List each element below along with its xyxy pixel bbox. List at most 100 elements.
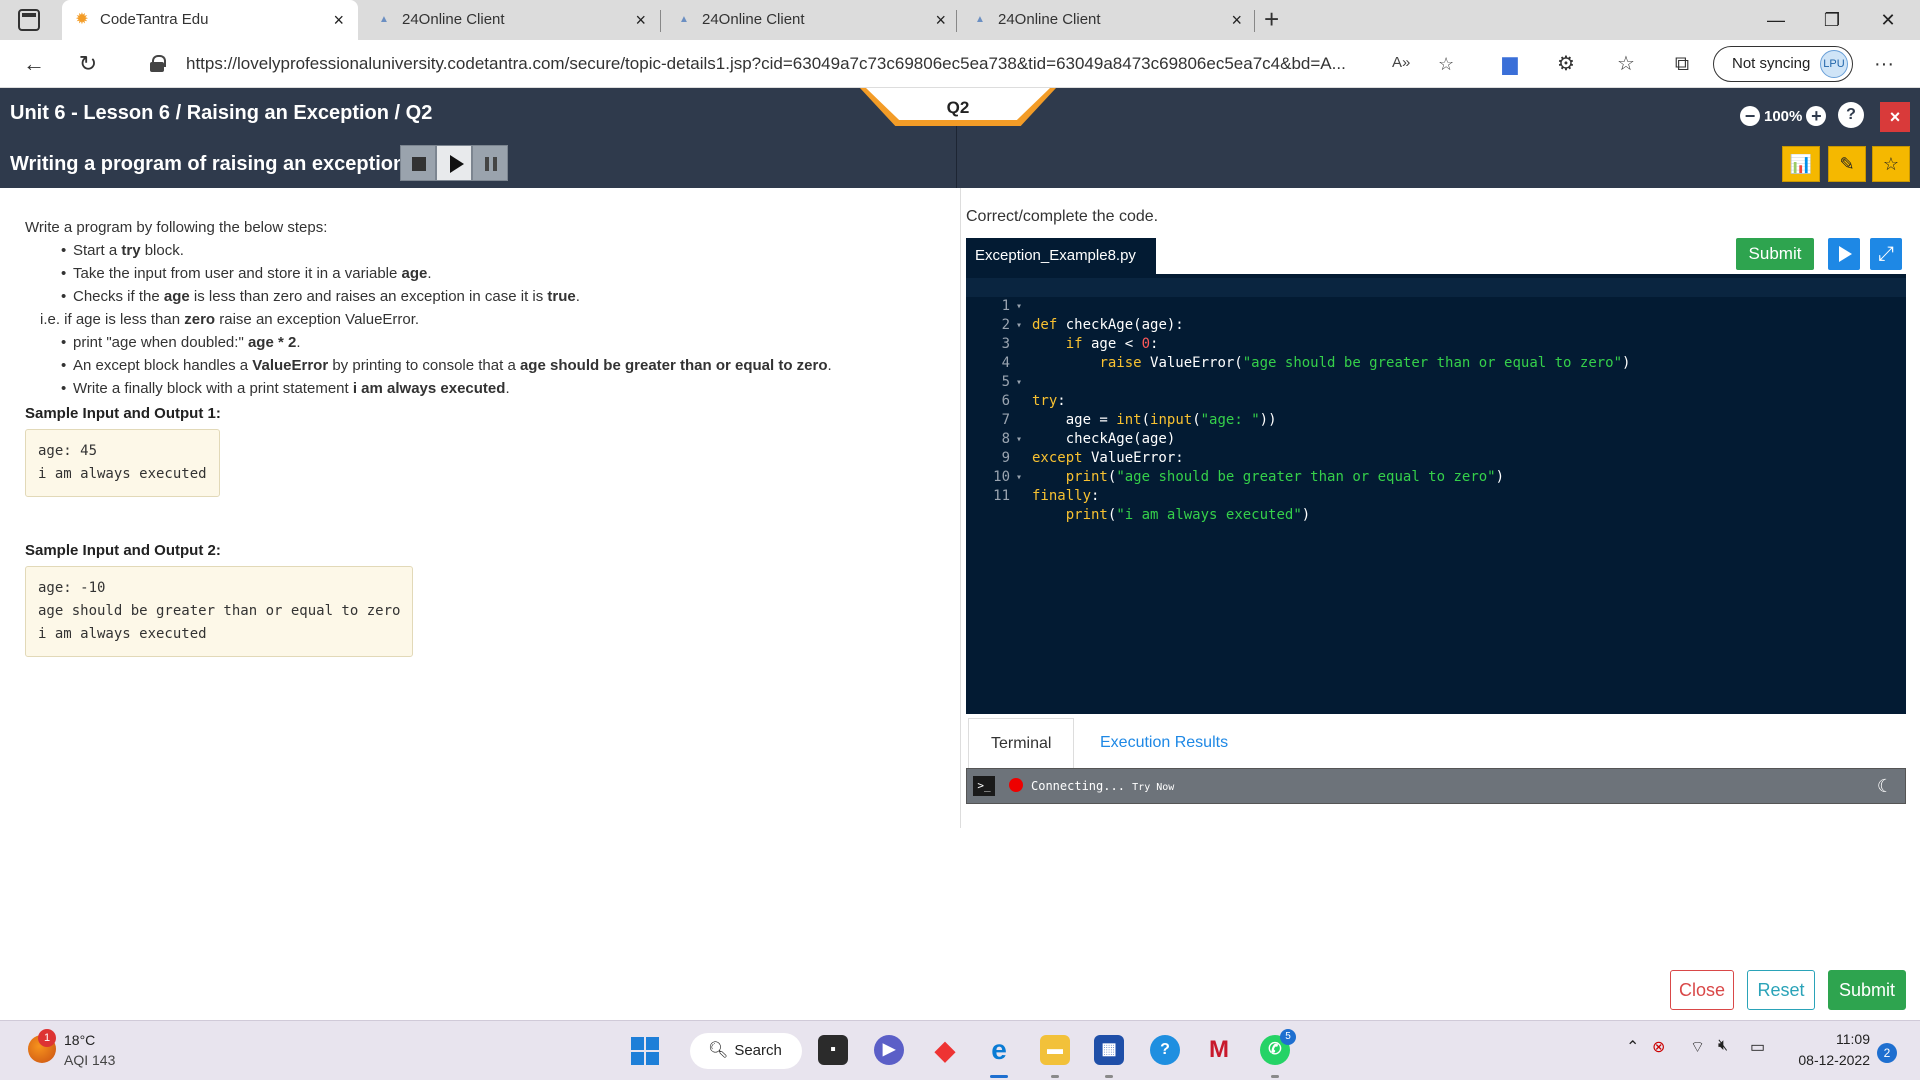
code-line: 2 ▾ if age < 0: xyxy=(1001,317,1159,352)
stop-button[interactable] xyxy=(400,145,436,181)
close-button[interactable]: Close xyxy=(1670,970,1734,1010)
restore-icon[interactable]: ❐ xyxy=(1804,0,1860,40)
close-tab-icon[interactable]: × xyxy=(935,0,946,40)
bookmark-star-icon[interactable]: ☆ xyxy=(1872,146,1910,182)
close-tab-icon[interactable]: × xyxy=(1231,0,1242,40)
tray-overflow-chevron-icon[interactable]: ⌃ xyxy=(1626,1037,1639,1057)
connection-status-icon xyxy=(1009,778,1023,792)
question-tab[interactable]: Q2 xyxy=(860,88,1056,126)
fullscreen-icon[interactable]: ⤢ xyxy=(1870,238,1902,270)
pause-button[interactable] xyxy=(472,145,508,181)
triangle-favicon-icon: ▲ xyxy=(975,14,985,25)
run-icon[interactable] xyxy=(1828,238,1860,270)
zoom-out-icon[interactable]: − xyxy=(1740,106,1760,126)
mcafee-tray-icon[interactable]: ⊗ xyxy=(1652,1037,1665,1057)
sample-line: age should be greater than or equal to z… xyxy=(38,603,401,619)
windows-start-icon[interactable] xyxy=(631,1037,659,1065)
favorite-add-icon[interactable]: ☆ xyxy=(1438,54,1454,75)
url-field[interactable]: https://lovelyprofessionaluniversity.cod… xyxy=(140,46,1480,82)
zoom-level: 100% xyxy=(1764,107,1803,125)
speaker-muted-icon[interactable]: 🔇︎ xyxy=(1718,1037,1728,1055)
clock-date[interactable]: 08-12-2022 xyxy=(1789,1052,1870,1068)
teams-chat-icon[interactable]: ▶ xyxy=(874,1035,904,1065)
battery-icon[interactable]: ▭ xyxy=(1750,1037,1765,1057)
code-line: 5 ▾ try: xyxy=(1001,374,1066,409)
submit-button[interactable]: Submit xyxy=(1828,970,1906,1010)
zoom-in-icon[interactable]: + xyxy=(1806,106,1827,126)
code-line: 6 age = int(input("age: ")) xyxy=(1001,393,1277,428)
more-menu-icon[interactable]: ··· xyxy=(1870,50,1898,78)
close-tab-icon[interactable]: × xyxy=(333,0,344,40)
collections-icon[interactable]: ⧉ xyxy=(1668,50,1696,78)
clock-time[interactable]: 11:09 xyxy=(1832,1031,1870,1047)
taskbar-search[interactable]: 🔍︎ Search xyxy=(690,1033,802,1069)
help-app-icon[interactable]: ? xyxy=(1150,1035,1180,1065)
submit-code-button[interactable]: Submit xyxy=(1736,238,1814,270)
dark-mode-moon-icon[interactable]: ☾ xyxy=(1877,773,1893,799)
code-line: 9 print("age should be greater than or e… xyxy=(1001,450,1505,485)
wifi-icon[interactable]: ⌔ xyxy=(1690,1037,1705,1057)
refresh-icon[interactable]: ↻ xyxy=(72,48,104,80)
read-aloud-icon[interactable]: A» xyxy=(1392,54,1410,71)
code-line: 1 ▾ def checkAge(age): xyxy=(966,278,1906,333)
tab-title: 24Online Client xyxy=(998,11,1101,28)
close-tab-icon[interactable]: × xyxy=(635,0,646,40)
terminal-status-bar: >_ Connecting... Try Now ☾ xyxy=(966,768,1906,804)
connection-status-text: Connecting... Try Now xyxy=(1031,769,1174,805)
tab-title: CodeTantra Edu xyxy=(100,11,209,28)
task-view-icon[interactable]: ▪ xyxy=(818,1035,848,1065)
tab-terminal[interactable]: Terminal xyxy=(968,718,1075,768)
code-line: 3 raise ValueError("age should be greate… xyxy=(1001,336,1631,371)
try-now-link[interactable]: Try Now xyxy=(1132,782,1174,793)
sample-line: age: 45 xyxy=(38,443,98,459)
sample2-title: Sample Input and Output 2: xyxy=(25,542,221,559)
microsoft-store-icon[interactable]: ▦ xyxy=(1094,1035,1124,1065)
sample1-box: age: 45 i am always executed xyxy=(25,429,220,497)
step-list: Start a try block. Take the input from u… xyxy=(25,239,925,400)
file-explorer-icon[interactable]: ▬ xyxy=(1040,1035,1070,1065)
file-tab[interactable]: Exception_Example8.py xyxy=(966,238,1156,274)
app-diamond-icon[interactable]: ◆ xyxy=(930,1035,960,1065)
extension-screen-icon[interactable]: ▆ xyxy=(1496,50,1524,78)
code-line: 4 xyxy=(1001,355,1010,371)
extensions-puzzle-icon[interactable]: ⚙ xyxy=(1552,50,1580,78)
back-arrow-icon[interactable]: ← xyxy=(18,48,50,80)
minimize-icon[interactable]: — xyxy=(1748,0,1804,40)
tab-title: 24Online Client xyxy=(702,11,805,28)
step-item: Take the input from user and store it in… xyxy=(25,262,925,285)
terminal-tabs: Terminal Execution Results xyxy=(966,718,1906,768)
window-close-icon[interactable]: ✕ xyxy=(1860,0,1916,40)
browser-tab-24online-1[interactable]: ▲ 24Online Client × xyxy=(364,0,660,40)
search-icon: 🔍︎ xyxy=(708,1042,729,1059)
media-controls xyxy=(400,145,508,181)
sample-line: i am always executed xyxy=(38,626,207,642)
help-button[interactable]: ? xyxy=(1838,102,1864,128)
stats-chart-icon[interactable]: 📊 xyxy=(1782,146,1820,182)
sun-favicon-icon: ✹ xyxy=(75,11,89,28)
notification-badge[interactable]: 2 xyxy=(1877,1043,1897,1063)
whatsapp-badge: 5 xyxy=(1280,1029,1296,1045)
problem-intro: Write a program by following the below s… xyxy=(25,219,328,236)
tab-execution-results[interactable]: Execution Results xyxy=(1078,718,1250,768)
terminal-prompt-icon: >_ xyxy=(973,776,995,796)
edit-pencil-icon[interactable]: ✎ xyxy=(1828,146,1866,182)
reset-button[interactable]: Reset xyxy=(1747,970,1815,1010)
question-label: Q2 xyxy=(946,98,970,117)
new-tab-icon[interactable]: + xyxy=(1264,0,1279,38)
code-editor[interactable]: 1 ▾ def checkAge(age): 2 ▾ if age < 0: 3 r… xyxy=(966,274,1906,714)
close-lesson-button[interactable]: × xyxy=(1880,102,1910,132)
mcafee-shield-icon[interactable]: M xyxy=(1204,1035,1234,1065)
browser-tab-24online-3[interactable]: ▲ 24Online Client × xyxy=(960,0,1256,40)
play-button[interactable] xyxy=(436,145,472,181)
favorites-icon[interactable]: ☆ xyxy=(1612,50,1640,78)
editor-instruction: Correct/complete the code. xyxy=(966,208,1159,225)
weather-badge: 1 xyxy=(38,1029,56,1047)
edge-browser-icon[interactable]: e xyxy=(984,1035,1014,1065)
profile-sync-button[interactable]: Not syncing LPU xyxy=(1713,46,1853,82)
browser-tab-codetantra[interactable]: ✹ CodeTantra Edu × xyxy=(62,0,358,40)
tab-actions-icon[interactable] xyxy=(18,9,40,31)
lesson-header: Unit 6 - Lesson 6 / Raising an Exception… xyxy=(0,88,1920,188)
zoom-control: − 100% + xyxy=(1736,104,1830,128)
browser-tab-24online-2[interactable]: ▲ 24Online Client × xyxy=(664,0,960,40)
problem-panel: Write a program by following the below s… xyxy=(0,188,960,1018)
